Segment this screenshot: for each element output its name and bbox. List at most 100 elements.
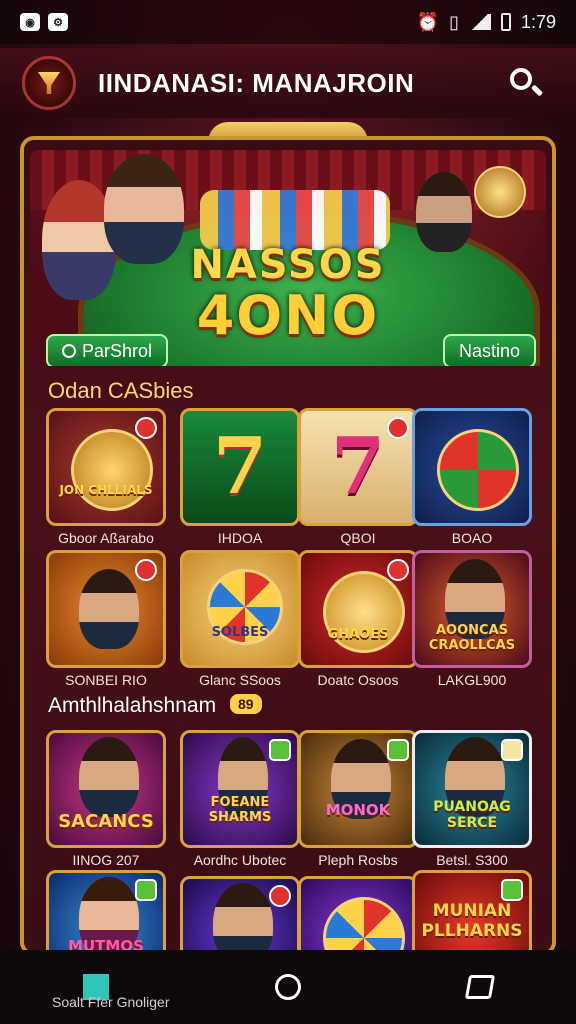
game-art-title: MUNIAN PLLHARNS (421, 901, 523, 941)
wolf-emblem-icon (71, 429, 153, 511)
game-tile[interactable]: PUANOAG SERCE Betsl. S300 (412, 730, 532, 868)
game-label: Glanc SSoos (199, 672, 281, 688)
hero-banner[interactable]: NASSOS 4ONO ParShrol Nastino (30, 150, 546, 366)
battery-icon (500, 13, 511, 31)
hero-right-button-label: Nastino (458, 340, 520, 361)
game-tile-art: MONOK (298, 730, 418, 848)
game-label: Soalt Ffer Gnoliger (52, 994, 170, 1010)
favorite-badge (387, 739, 409, 761)
logo-icon (38, 72, 60, 94)
game-tile-art (180, 876, 300, 952)
hero-left-button-label: ParShrol (82, 340, 153, 361)
game-tile-art: GHAOES (298, 550, 418, 668)
status-bar: ◉ ⚙ ⏰ ▯ 1:79 (0, 0, 576, 44)
game-tile[interactable]: SACANCS IINOG 207 (46, 730, 166, 868)
game-tile-art: 7 (180, 408, 300, 526)
notification-icon: ◉ (20, 13, 40, 31)
game-label: Aordhc Ubotec (193, 852, 287, 868)
seven-symbol: 7 (212, 421, 268, 512)
game-tile[interactable]: JON CHLLIALS Gboor Aßarabo (46, 408, 166, 546)
game-tile-art (412, 408, 532, 526)
search-button[interactable] (506, 64, 546, 104)
alarm-icon: ⏰ (416, 11, 440, 32)
section-count-badge: 89 (230, 694, 262, 714)
hero-character-dealer (416, 172, 472, 252)
game-label: QBOI (340, 530, 376, 546)
game-tile-art: 7 (298, 408, 418, 526)
game-art-title: AOONCAS CRAOLLCAS (428, 623, 516, 653)
new-badge (135, 417, 157, 439)
roulette-wheel-icon (437, 429, 519, 511)
game-tile[interactable] (298, 876, 418, 952)
game-art-title: PUANOAG SERCE (433, 799, 511, 831)
game-tile-art: JON CHLLIALS (46, 408, 166, 526)
game-art-title: GHAOES (327, 627, 389, 642)
game-tile-art: MUTMOS ROWCE (46, 870, 166, 952)
new-badge (387, 559, 409, 581)
vibrate-icon: ▯ (449, 11, 459, 32)
section-title-popular: Amthlhalahshnam (48, 694, 217, 717)
new-badge (387, 417, 409, 439)
favorite-badge (135, 879, 157, 901)
game-label: IHDOA (217, 530, 263, 546)
search-icon-handle (530, 84, 544, 97)
new-badge (135, 559, 157, 581)
favorite-badge (269, 739, 291, 761)
game-label: Pleph Rosbs (318, 852, 398, 868)
new-badge (269, 885, 291, 907)
game-art-title: FOEANE SHARMS (208, 795, 272, 825)
game-tile-art: PUANOAG SERCE (412, 730, 532, 848)
game-tile[interactable]: MUTMOS ROWCE (46, 870, 166, 952)
character-portrait (213, 883, 273, 952)
chip-stack-image (200, 190, 390, 250)
game-tile[interactable] (180, 876, 300, 952)
game-label: BOAO (451, 530, 493, 546)
game-tile-art: FOEANE SHARMS (180, 730, 300, 848)
game-tile-art: MUNIAN PLLHARNS (412, 870, 532, 952)
search-icon (510, 68, 532, 90)
game-tile[interactable]: AOONCAS CRAOLLCAS LAKGL900 (412, 550, 532, 688)
hero-right-button[interactable]: Nastino (442, 334, 536, 366)
game-label: Gboor Aßarabo (58, 530, 154, 546)
game-tile-art (46, 550, 166, 668)
app-logo[interactable] (22, 56, 76, 110)
game-tile-art (298, 876, 418, 952)
section-title-casinos: Odan CASbies (48, 378, 194, 403)
game-art-title: MONOK (325, 801, 391, 819)
game-art-title: SACANCS (58, 811, 154, 832)
game-label: Betsl. S300 (436, 852, 508, 868)
system-nav-bar (0, 950, 576, 1024)
favorite-badge (501, 879, 523, 901)
roulette-wheel-icon (323, 897, 405, 952)
gold-clock-icon (474, 166, 526, 218)
game-label: LAKGL900 (437, 672, 507, 688)
play-icon (62, 344, 76, 358)
game-tile[interactable]: 7 QBOI (298, 408, 418, 546)
character-portrait (79, 737, 139, 817)
hero-title-line1: NASSOS (190, 242, 386, 288)
home-icon[interactable] (275, 974, 301, 1000)
hero-left-button[interactable]: ParShrol (46, 334, 169, 366)
status-left: ◉ ⚙ (20, 13, 68, 31)
game-label: Doatc Osoos (317, 672, 399, 688)
main-frame: NASSOS 4ONO ParShrol Nastino Odan CASbie… (20, 136, 556, 956)
favorite-badge (501, 739, 523, 761)
game-tile[interactable]: 7 IHDOA (180, 408, 300, 546)
game-tile[interactable]: FOEANE SHARMS Aordhc Ubotec (180, 730, 300, 868)
game-tile-art: SOLBES (180, 550, 300, 668)
game-tile[interactable]: GHAOES Doatc Osoos (298, 550, 418, 688)
character-portrait (79, 569, 139, 649)
game-tile[interactable]: MUNIAN PLLHARNS (412, 870, 532, 952)
game-tile-art: AOONCAS CRAOLLCAS (412, 550, 532, 668)
app-title: IINDANASI: MANAJROIN (98, 67, 415, 98)
game-art-title: JON CHLLIALS (59, 483, 153, 497)
app-header: IINDANASI: MANAJROIN (0, 48, 576, 118)
game-tile[interactable]: BOAO (412, 408, 532, 546)
game-tile[interactable]: SONBEI RIO (46, 550, 166, 688)
game-label: SONBEI RIO (65, 672, 147, 688)
signal-icon (468, 14, 491, 30)
game-label: IINOG 207 (72, 852, 140, 868)
back-icon[interactable] (464, 975, 496, 999)
game-tile[interactable]: SOLBES Glanc SSoos (180, 550, 300, 688)
game-tile[interactable]: MONOK Pleph Rosbs (298, 730, 418, 868)
